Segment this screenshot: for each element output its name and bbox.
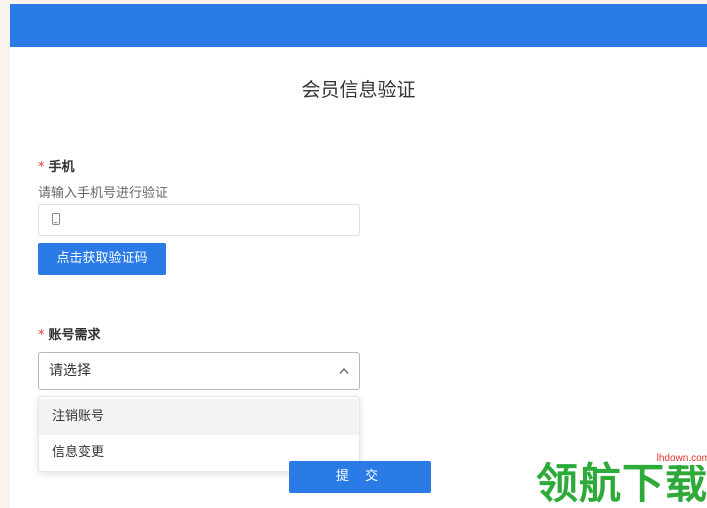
account-label: * 账号需求 — [38, 328, 101, 344]
watermark-logo: 领航下载 lhdown.com — [522, 452, 707, 508]
account-select[interactable]: 请选择 — [38, 352, 360, 390]
phone-hint: 请输入手机号进行验证 — [38, 186, 169, 201]
phone-label: * 手机 — [38, 160, 75, 176]
account-label-text: 账号需求 — [48, 328, 101, 343]
page: 会员信息验证 * 手机 请输入手机号进行验证 点击获取验证码 * 账号需求 请选择 … — [10, 4, 707, 508]
page-title: 会员信息验证 — [301, 79, 416, 101]
account-select-value: 请选择 — [49, 363, 91, 379]
required-mark: * — [38, 160, 45, 175]
watermark-text: 领航下载 — [536, 459, 707, 508]
get-code-button[interactable]: 点击获取验证码 — [38, 243, 166, 275]
phone-input[interactable] — [71, 205, 351, 235]
top-bar — [10, 4, 707, 47]
phone-input-wrapper[interactable] — [38, 204, 360, 236]
required-mark: * — [38, 328, 45, 343]
dropdown-option-cancel-account[interactable]: 注销账号 — [39, 399, 359, 435]
phone-label-text: 手机 — [48, 160, 75, 175]
chevron-up-icon — [339, 367, 349, 374]
watermark-site: lhdown.com — [656, 453, 707, 465]
submit-button[interactable]: 提 交 — [289, 461, 431, 493]
mobile-phone-icon — [52, 213, 60, 225]
